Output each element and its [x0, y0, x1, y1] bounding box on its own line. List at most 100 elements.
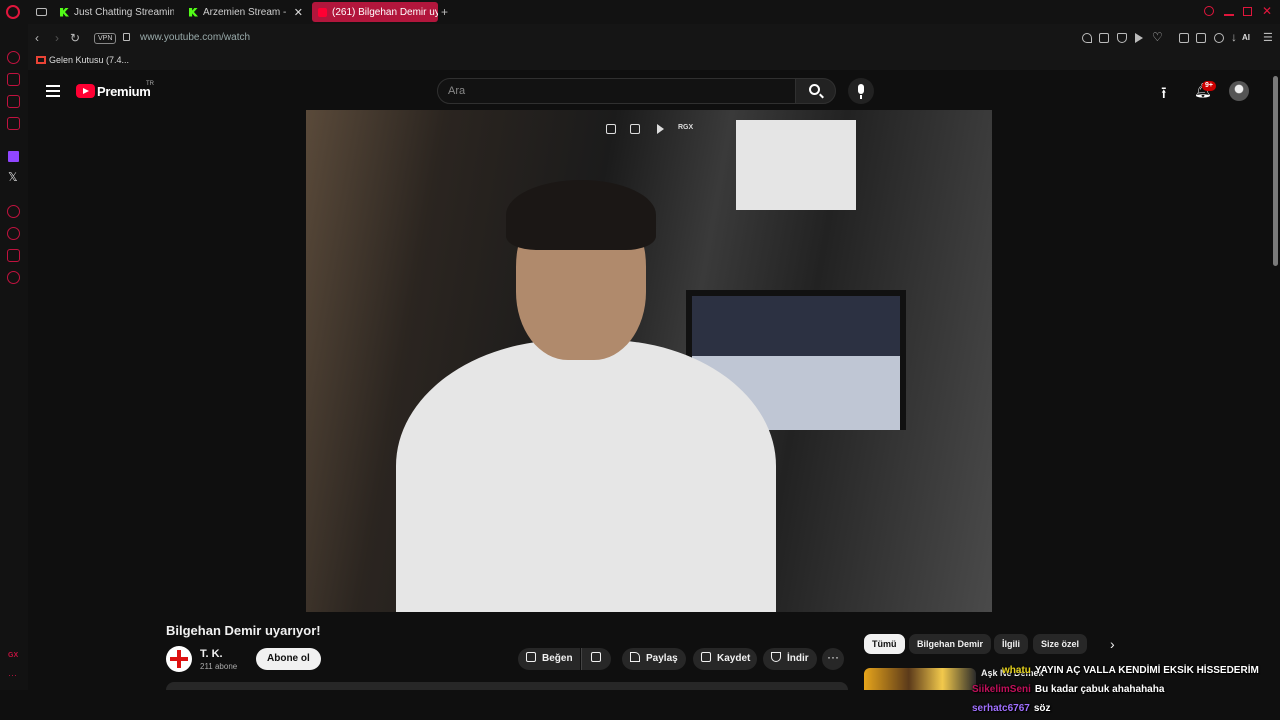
chips-next-icon[interactable]: › [1110, 636, 1115, 652]
download-button[interactable]: İndir [763, 648, 817, 670]
chat-username: whatu [1002, 665, 1031, 676]
youtube-premium-brand[interactable]: Premium [97, 84, 151, 99]
player-icon[interactable] [7, 205, 20, 218]
search-icon [809, 84, 820, 95]
chip-related[interactable]: İlgili [994, 634, 1028, 654]
chat-username: serhatc6767 [972, 703, 1030, 714]
subscriber-count: 211 abone [200, 662, 238, 671]
x-twitter-icon[interactable]: 𝕏 [8, 170, 18, 184]
microphone-icon [858, 84, 864, 94]
back-icon[interactable]: ‹ [35, 32, 39, 44]
chat-message: serhatc6767 söz [972, 703, 1051, 714]
dislike-button[interactable] [581, 648, 611, 670]
aria-ai-label[interactable]: AI [1242, 33, 1250, 42]
microphone-stand-icon [860, 95, 862, 99]
chip-all[interactable]: Tümü [864, 634, 905, 654]
scrollbar-thumb[interactable] [1273, 76, 1278, 266]
notification-count-badge: 9+ [1202, 81, 1216, 91]
page-scrollbar[interactable] [1271, 70, 1280, 690]
vpn-badge[interactable]: VPN [94, 33, 117, 44]
chip-bilgehan-demir[interactable]: Bilgehan Demir [909, 634, 992, 654]
share-icon [630, 652, 640, 662]
more-actions-icon[interactable]: ··· [822, 648, 844, 670]
pin-icon[interactable] [1082, 33, 1092, 43]
tab-youtube-video[interactable]: (261) Bilgehan Demir uyarı [312, 2, 438, 22]
channel-name[interactable]: T. K. [200, 648, 223, 660]
new-tab-button[interactable]: + [441, 5, 448, 19]
settings-icon[interactable] [7, 271, 20, 284]
bookmark-gelen-kutusu[interactable]: Gelen Kutusu (7.4... [49, 55, 129, 65]
search-input[interactable] [438, 79, 795, 103]
chip-for-you[interactable]: Size özel [1033, 634, 1088, 654]
share-button[interactable]: Paylaş [622, 648, 686, 670]
search-box [437, 78, 796, 104]
rgx-button[interactable]: RGX [678, 124, 693, 131]
wallet-icon[interactable] [1196, 33, 1206, 43]
adblock-icon[interactable] [1117, 33, 1127, 43]
video-background-shelf [736, 120, 856, 210]
extensions-icon[interactable] [1179, 33, 1189, 43]
discord-icon[interactable] [7, 249, 20, 262]
chat-message: SiikelimSeni Bu kadar çabuk ahahahaha [972, 684, 1164, 695]
download-arrow-icon [771, 652, 781, 662]
close-tab-icon[interactable]: ✕ [294, 6, 303, 19]
reload-icon[interactable]: ↻ [70, 32, 80, 44]
download-icon[interactable]: ↓ [1231, 30, 1237, 44]
search-button[interactable] [795, 78, 836, 104]
gx-sidebar-label[interactable]: GX [8, 652, 18, 659]
picture-in-picture-icon[interactable] [606, 124, 616, 134]
tab-arzemien-stream[interactable]: Arzemien Stream - Wa ✕ [183, 2, 309, 22]
next-video-icon[interactable] [657, 124, 664, 134]
avatar[interactable] [1229, 81, 1249, 101]
chat-text: YAYIN AÇ VALLA KENDİMİ EKSİK HİSSEDERİM [1034, 665, 1259, 676]
url-field[interactable]: www.youtube.com/watch [140, 32, 250, 43]
opera-logo-icon[interactable] [6, 5, 20, 19]
voice-search-button[interactable] [848, 78, 874, 104]
snapshot-icon[interactable] [1099, 33, 1109, 43]
gmail-icon [36, 56, 46, 64]
news-icon[interactable] [7, 117, 20, 130]
video-title: Bilgehan Demir uyarıyor! [166, 623, 321, 638]
video-person-hair [506, 180, 656, 250]
messenger-icon[interactable] [7, 95, 20, 108]
like-label: Beğen [542, 653, 573, 664]
upload-icon[interactable]: ⭱ [1161, 82, 1167, 109]
bookmarks-bar: Gelen Kutusu (7.4... [28, 52, 1280, 70]
video-player[interactable]: RGX [306, 110, 992, 612]
minimize-icon[interactable] [1224, 14, 1234, 16]
search-tabs-icon[interactable] [1204, 6, 1214, 16]
channel-avatar[interactable] [166, 646, 192, 672]
profile-icon[interactable] [1214, 33, 1224, 43]
subscribe-button[interactable]: Abone ol [256, 648, 321, 670]
youtube-logo-icon[interactable] [76, 84, 95, 98]
twitch-icon[interactable] [8, 151, 19, 162]
thumbs-down-icon [591, 652, 601, 662]
thumbs-up-icon [526, 652, 536, 662]
favorites-heart-icon[interactable]: ♡ [1152, 30, 1163, 44]
close-window-icon[interactable]: ✕ [1262, 4, 1272, 18]
restore-icon[interactable] [1243, 7, 1252, 16]
tab-just-chatting[interactable]: Just Chatting Streaming - [54, 2, 174, 22]
video-person-shirt [396, 340, 776, 612]
sidebar-more-icon[interactable]: ··· [8, 670, 17, 680]
youtube-icon [318, 7, 327, 17]
history-icon[interactable] [7, 227, 20, 240]
forward-icon[interactable]: › [55, 32, 59, 44]
save-button[interactable]: Kaydet [693, 648, 757, 670]
save-label: Kaydet [717, 653, 751, 664]
address-bar: ‹ › ↻ VPN www.youtube.com/watch ♡ ↓ AI ☰ [28, 24, 1280, 52]
lock-icon[interactable] [123, 33, 130, 41]
play-icon[interactable] [1135, 33, 1143, 43]
like-button[interactable]: Beğen [518, 648, 580, 670]
gx-control-icon[interactable] [7, 73, 20, 86]
video-popout-icon[interactable] [630, 124, 640, 134]
bookmark-icon [701, 652, 711, 662]
menu-icon[interactable]: ☰ [1263, 31, 1273, 44]
speed-dial-icon[interactable] [7, 51, 20, 64]
tab-title: Arzemien Stream - Wa [203, 6, 286, 18]
kick-icon [60, 7, 69, 17]
tab-title: (261) Bilgehan Demir uyarı [332, 6, 438, 18]
tab-islands-icon[interactable] [36, 8, 47, 16]
guide-menu-icon[interactable] [46, 85, 60, 97]
search-icon-handle [819, 93, 824, 99]
